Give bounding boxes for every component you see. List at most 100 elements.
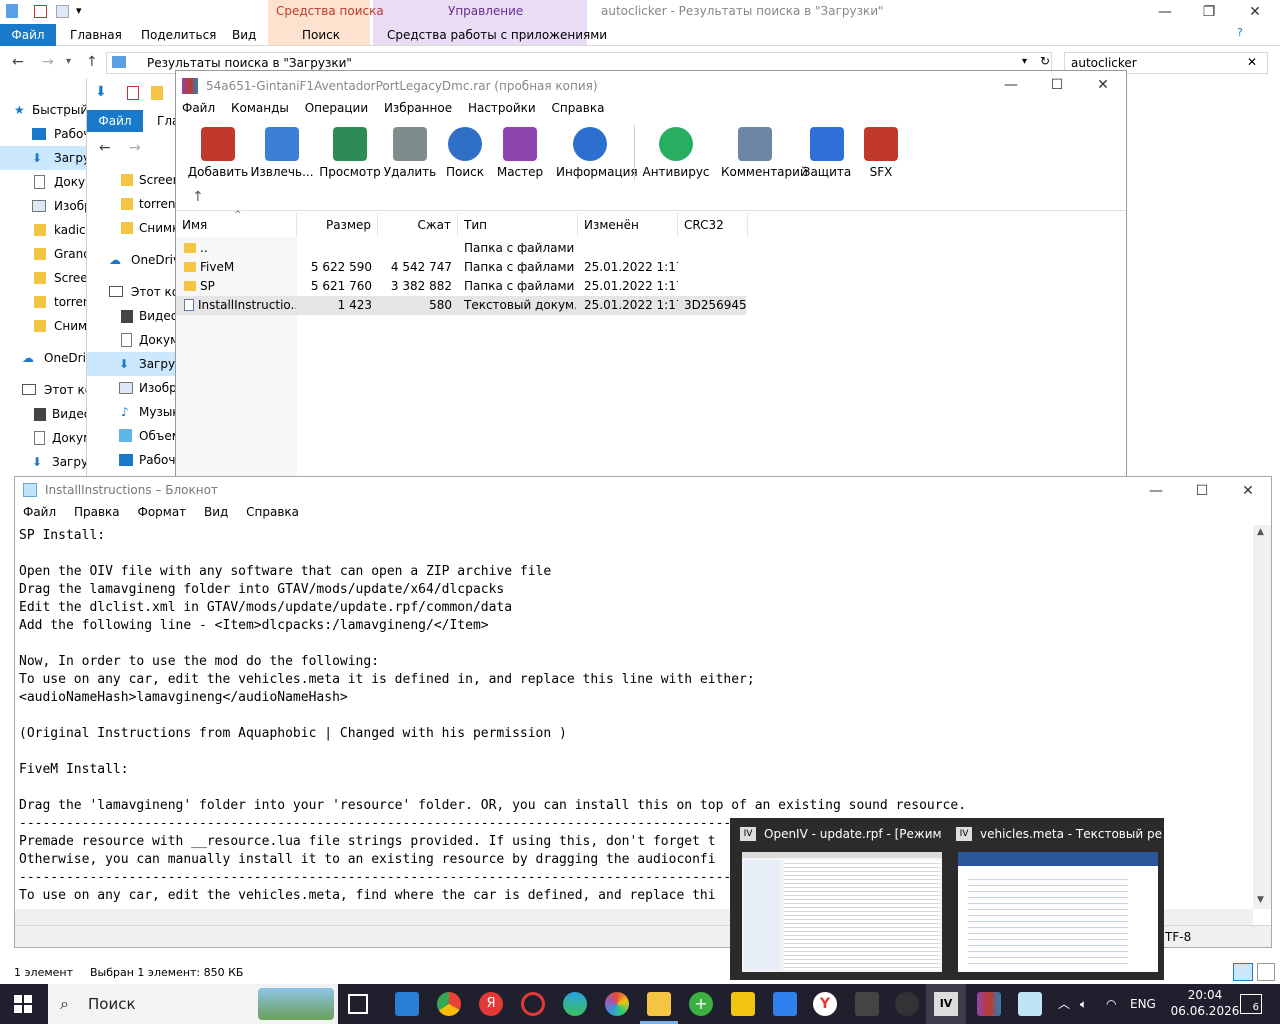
- tab-search[interactable]: Поиск: [302, 24, 340, 46]
- menu-file[interactable]: Файл: [182, 101, 215, 115]
- view-button[interactable]: Просмотр: [316, 125, 384, 183]
- column-header-size[interactable]: Размер: [297, 213, 378, 237]
- menu-commands[interactable]: Команды: [231, 101, 289, 115]
- nav-item[interactable]: torrent: [0, 290, 90, 314]
- volume-icon[interactable]: 🔈︎: [1080, 984, 1087, 1024]
- details-view-icon[interactable]: [1233, 963, 1253, 981]
- refresh-icon[interactable]: ↻: [1040, 54, 1050, 68]
- maximize-button[interactable]: ☐: [1179, 477, 1225, 505]
- file-tab[interactable]: Файл: [87, 110, 143, 132]
- close-button[interactable]: ✕: [1232, 0, 1278, 26]
- chrome-icon[interactable]: [437, 992, 461, 1016]
- menu-operations[interactable]: Операции: [305, 101, 368, 115]
- start-button[interactable]: [14, 995, 32, 1013]
- table-row[interactable]: SP 5 621 760 3 382 882 Папка с файлами 2…: [176, 277, 746, 296]
- tab-home[interactable]: Главная: [70, 24, 122, 46]
- maximize-button[interactable]: ❐: [1186, 0, 1232, 26]
- task-view-icon[interactable]: [348, 994, 368, 1014]
- mail-icon[interactable]: [395, 992, 419, 1016]
- add-button[interactable]: Добавить: [184, 125, 252, 183]
- column-header-modified[interactable]: Изменён: [578, 213, 678, 237]
- nav-item[interactable]: Докум: [0, 426, 90, 450]
- pinwheel-app-icon[interactable]: [605, 992, 629, 1016]
- nav-item[interactable]: Снимк: [0, 314, 90, 338]
- close-button[interactable]: ✕: [1225, 477, 1271, 505]
- new-folder-icon[interactable]: [56, 5, 69, 18]
- notepad-taskbar-icon[interactable]: [1018, 992, 1042, 1016]
- column-header-packed[interactable]: Сжат: [378, 213, 458, 237]
- nav-item[interactable]: Документы: [0, 170, 90, 194]
- back-icon[interactable]: ←: [12, 54, 24, 70]
- nav-item[interactable]: kadick: [0, 218, 90, 242]
- openiv-taskbar-active[interactable]: IV: [926, 984, 966, 1024]
- column-header-type[interactable]: Тип: [458, 213, 578, 237]
- nav-item[interactable]: ⬇ Загруз: [0, 450, 90, 474]
- edge-icon[interactable]: [563, 992, 587, 1016]
- table-row[interactable]: .. Папка с файлами: [176, 239, 746, 258]
- maximize-button[interactable]: ☐: [1034, 71, 1080, 99]
- menu-format[interactable]: Формат: [137, 505, 186, 519]
- nav-item[interactable]: ★ Быстрый доступ: [0, 98, 90, 122]
- menu-edit[interactable]: Правка: [74, 505, 120, 519]
- address-dropdown-icon[interactable]: ▾: [1022, 56, 1027, 67]
- up-folder-icon[interactable]: ↑: [192, 189, 204, 205]
- nav-item[interactable]: Рабоч: [87, 448, 177, 472]
- nav-item[interactable]: ☁ OneDriv: [87, 248, 177, 272]
- menu-help[interactable]: Справка: [552, 101, 605, 115]
- winrar-taskbar-icon[interactable]: [977, 992, 1001, 1016]
- nav-item[interactable]: Этот ком: [87, 280, 177, 304]
- file-tab[interactable]: Файл: [0, 24, 56, 46]
- taskbar-search[interactable]: ⌕ Поиск: [48, 984, 338, 1024]
- close-button[interactable]: ✕: [1080, 71, 1126, 99]
- notification-center-icon[interactable]: 6: [1240, 994, 1262, 1014]
- nav-item[interactable]: torrent: [87, 192, 177, 216]
- thumbnail-openiv[interactable]: IV OpenIV - update.rpf - [Режим ...: [736, 824, 946, 974]
- help-icon[interactable]: ?: [1237, 26, 1243, 39]
- opera-icon[interactable]: [521, 992, 545, 1016]
- nav-item[interactable]: Видео: [0, 402, 90, 426]
- mouse-app-icon[interactable]: [895, 992, 919, 1016]
- scroll-up-icon[interactable]: ▲: [1257, 527, 1264, 537]
- nav-item[interactable]: ☁ OneDrive: [0, 346, 90, 370]
- vertical-scrollbar[interactable]: ▲ ▼: [1253, 525, 1271, 909]
- clock[interactable]: 20:04 06.06.2026: [1170, 987, 1240, 1019]
- properties-icon[interactable]: [34, 5, 47, 18]
- tiles-view-icon[interactable]: [1257, 963, 1275, 981]
- tray-overflow-icon[interactable]: ︿: [1058, 984, 1070, 1024]
- nav-item[interactable]: Этот ко: [0, 378, 90, 402]
- nav-item[interactable]: Видео: [87, 304, 177, 328]
- menu-settings[interactable]: Настройки: [468, 101, 536, 115]
- menu-view[interactable]: Вид: [204, 505, 228, 519]
- sfx-button[interactable]: SFX: [847, 125, 915, 183]
- tab-app-tools[interactable]: Средства работы с приложениями: [387, 24, 607, 46]
- thumbnail-vehicles-meta[interactable]: IV vehicles.meta - Текстовый ред...: [952, 824, 1162, 974]
- nav-item[interactable]: Screen: [0, 266, 90, 290]
- forward-icon[interactable]: →: [42, 54, 54, 70]
- menu-help[interactable]: Справка: [246, 505, 299, 519]
- nav-item-selected[interactable]: ⬇ Загруз: [87, 352, 187, 376]
- language-indicator[interactable]: ENG: [1130, 984, 1156, 1024]
- back-icon[interactable]: ←: [99, 140, 111, 156]
- tab-share[interactable]: Поделиться: [141, 24, 216, 46]
- nav-item[interactable]: Докум: [87, 328, 177, 352]
- nav-item[interactable]: Grand: [0, 242, 90, 266]
- up-icon[interactable]: ↑: [86, 54, 98, 70]
- nav-item[interactable]: Снимк: [87, 216, 177, 240]
- minimize-button[interactable]: —: [988, 71, 1034, 99]
- column-header-crc[interactable]: CRC32: [678, 213, 748, 237]
- menu-file[interactable]: Файл: [23, 505, 56, 519]
- tab-view[interactable]: Вид: [232, 24, 256, 46]
- minimize-button[interactable]: —: [1133, 477, 1179, 505]
- forward-icon[interactable]: →: [129, 140, 141, 156]
- clear-search-icon[interactable]: ✕: [1247, 55, 1257, 69]
- table-row-selected[interactable]: InstallInstructio... 1 423 580 Текстовый…: [176, 296, 746, 315]
- quick-access-dropdown-icon[interactable]: ▾: [76, 4, 82, 17]
- terminal-app-icon[interactable]: [855, 992, 879, 1016]
- info-button[interactable]: Информация: [556, 125, 638, 183]
- scroll-down-icon[interactable]: ▼: [1257, 895, 1264, 905]
- nav-item[interactable]: ♪ Музык: [87, 400, 177, 424]
- nav-item[interactable]: Screen: [87, 168, 177, 192]
- yandex-icon[interactable]: Я: [479, 992, 503, 1016]
- menu-favorites[interactable]: Избранное: [384, 101, 452, 115]
- yandex-browser-icon[interactable]: Y: [813, 992, 837, 1016]
